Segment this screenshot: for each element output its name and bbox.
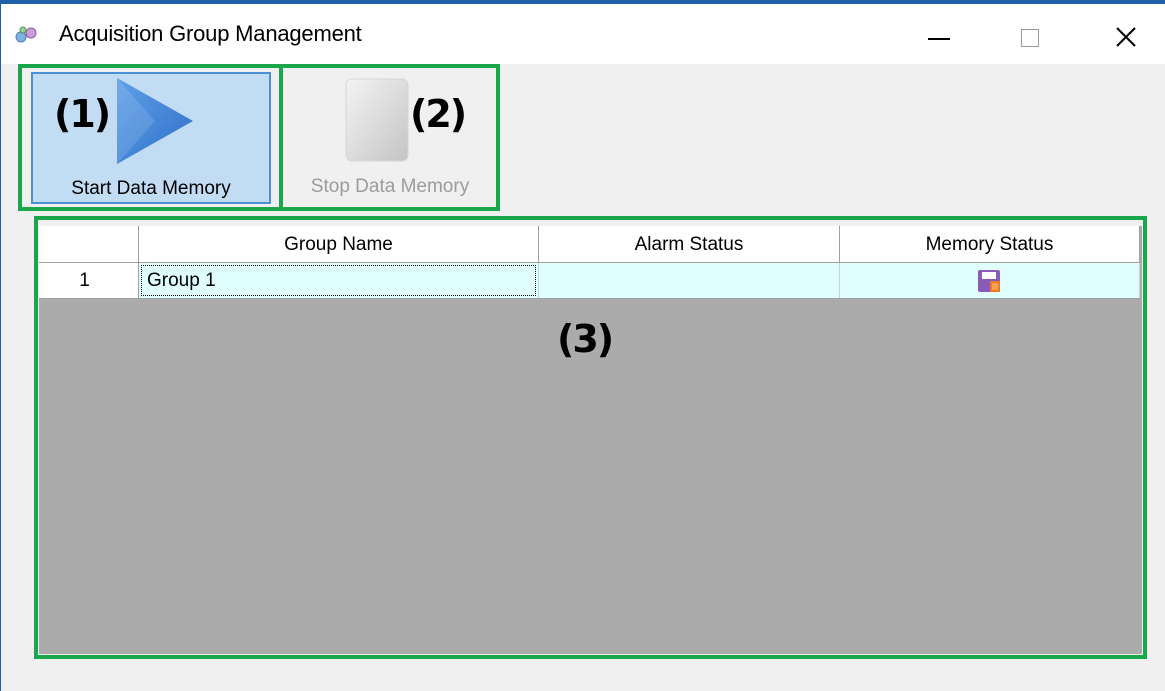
app-window: Acquisition Group Management Start Data … [0,0,1165,691]
close-icon [1116,27,1136,47]
callout-box-1 [18,64,283,211]
callout-label-1: (1) [54,92,111,136]
callout-box-2 [279,64,500,211]
close-button[interactable] [1103,16,1149,50]
app-icon [13,24,39,46]
window-title: Acquisition Group Management [59,21,362,46]
maximize-button[interactable] [1009,16,1055,50]
callout-label-2: (2) [410,92,467,136]
callout-box-3 [34,216,1147,659]
title-bar: Acquisition Group Management [1,4,1165,64]
callout-label-3: (3) [557,317,614,361]
minimize-button[interactable] [916,16,962,50]
